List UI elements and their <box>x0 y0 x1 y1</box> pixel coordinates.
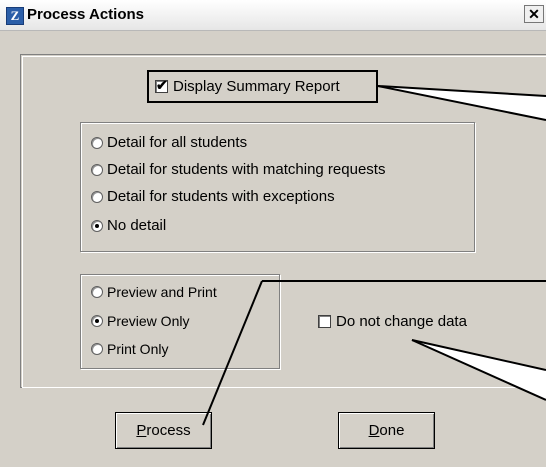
callout-annotations <box>202 85 546 426</box>
process-pointer-line <box>202 280 263 426</box>
